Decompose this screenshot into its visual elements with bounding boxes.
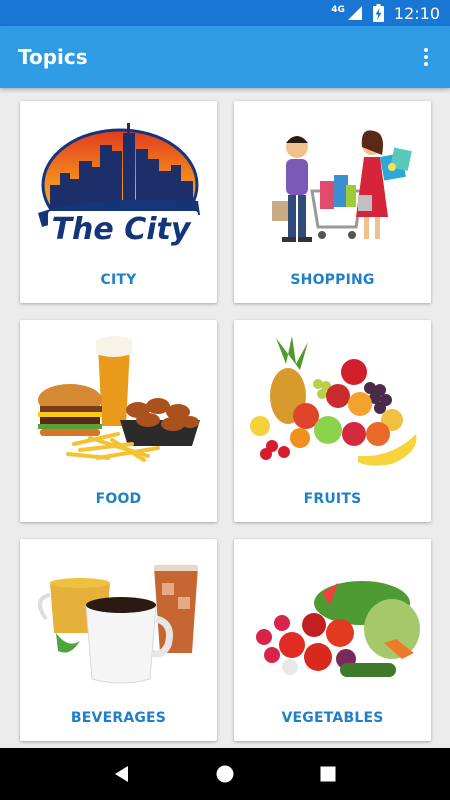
signal-icon bbox=[347, 6, 362, 20]
food-image bbox=[38, 336, 200, 462]
topic-label: BEVERAGES bbox=[70, 710, 167, 726]
topic-card-fruits[interactable]: FRUITS bbox=[234, 320, 431, 522]
recents-icon[interactable] bbox=[308, 754, 348, 794]
network-type: 4G bbox=[331, 5, 345, 15]
more-vert-icon[interactable] bbox=[406, 37, 446, 77]
home-icon[interactable] bbox=[205, 754, 245, 794]
topic-label: VEGETABLES bbox=[281, 710, 384, 726]
topic-label: FOOD bbox=[95, 491, 142, 507]
topic-card-food[interactable]: FOOD bbox=[20, 320, 217, 522]
topic-card-shopping[interactable]: SHOPPING bbox=[234, 101, 431, 303]
page-title: Topics bbox=[18, 45, 88, 69]
city-logo-text: The City bbox=[52, 212, 192, 247]
clock: 12:10 bbox=[393, 3, 440, 23]
topic-card-city[interactable]: The City CITY bbox=[20, 101, 217, 303]
topic-label: SHOPPING bbox=[290, 272, 375, 288]
topic-card-vegetables[interactable]: VEGETABLES bbox=[234, 539, 431, 741]
topic-card-beverages[interactable]: BEVERAGES bbox=[20, 539, 217, 741]
city-logo-image: The City bbox=[38, 123, 200, 247]
app-bar: Topics bbox=[0, 26, 450, 88]
topic-label: CITY bbox=[100, 272, 137, 288]
status-bar: 4G 12:10 bbox=[0, 0, 450, 26]
battery-charging-icon bbox=[372, 4, 384, 22]
fruits-image bbox=[250, 336, 417, 466]
topic-label: FRUITS bbox=[303, 491, 362, 507]
system-nav-bar bbox=[0, 748, 450, 800]
back-icon[interactable] bbox=[102, 754, 142, 794]
shopping-image bbox=[272, 130, 412, 242]
vegetables-image bbox=[256, 581, 420, 677]
topics-grid: The City CITY SHOPPING FOOD FRUITS BEVER… bbox=[0, 88, 450, 748]
beverages-image bbox=[38, 565, 198, 684]
